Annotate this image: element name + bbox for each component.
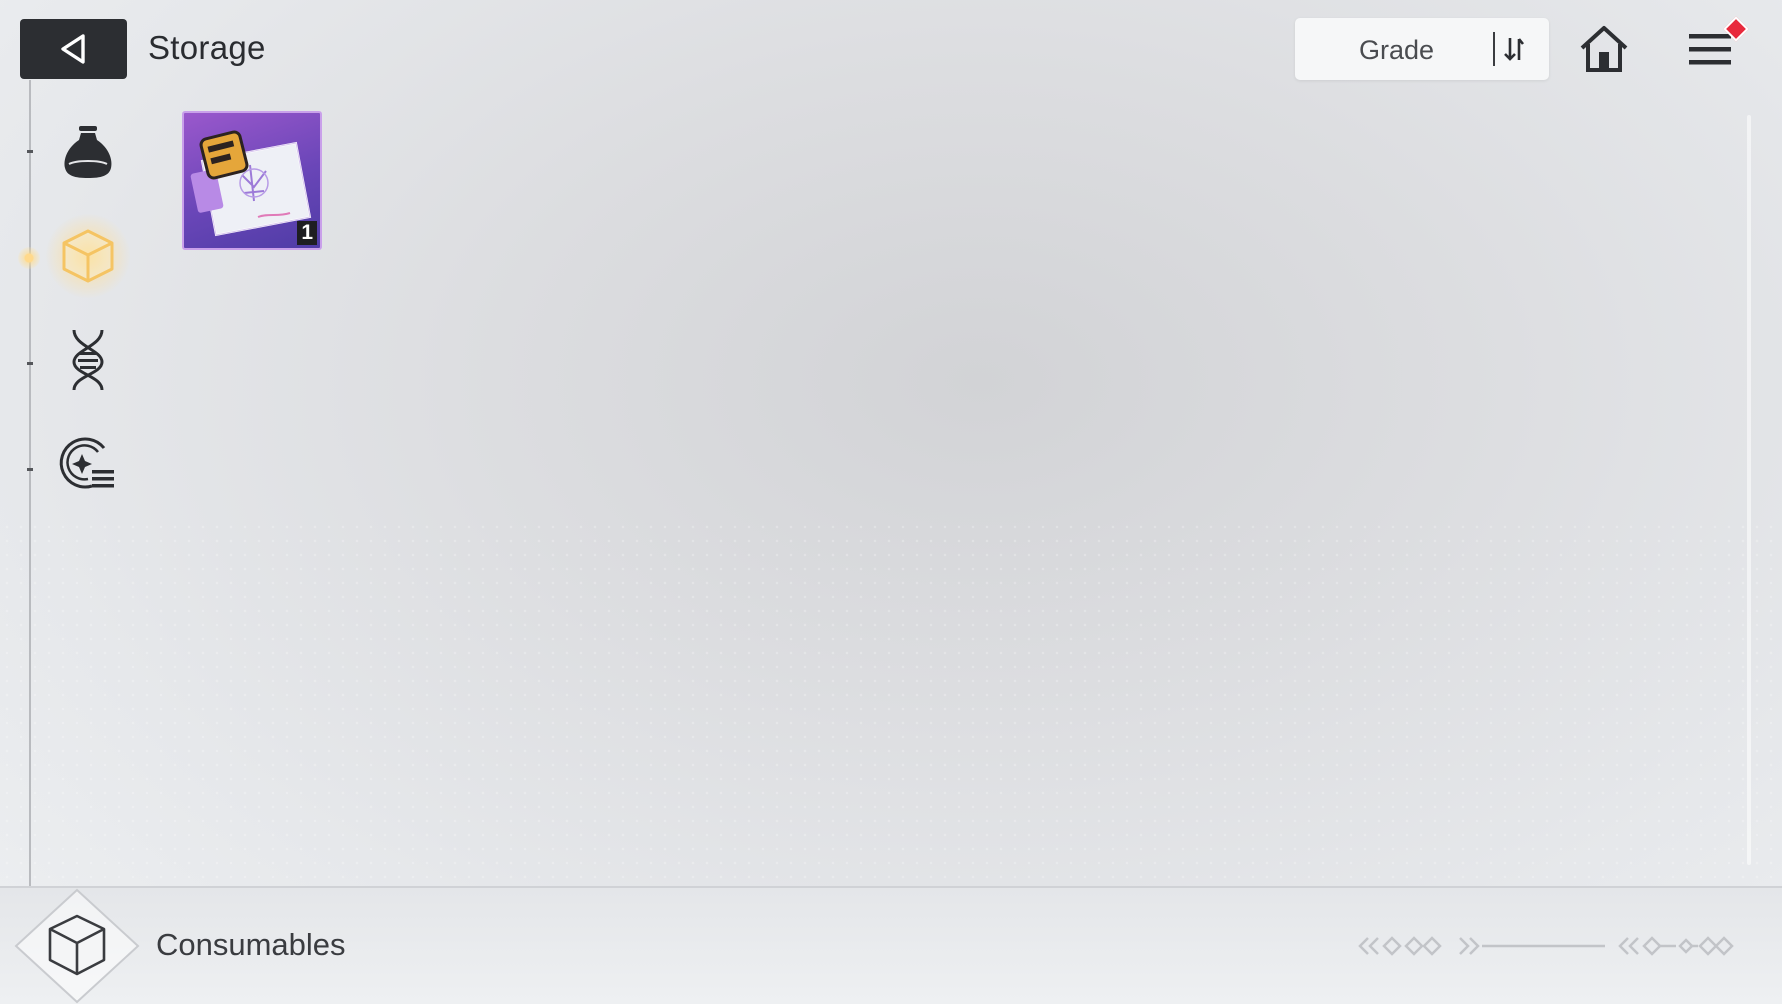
decorative-ornament — [1358, 936, 1734, 956]
inventory-item[interactable]: 1 — [182, 111, 322, 250]
pouch-icon — [64, 126, 112, 178]
dna-icon — [72, 329, 104, 391]
page-title: Storage — [148, 29, 266, 66]
rail-tick — [27, 362, 33, 365]
core-list-icon — [59, 437, 114, 489]
cube-icon — [62, 229, 114, 283]
sidebar-item-consumables[interactable] — [56, 224, 120, 288]
item-count: 1 — [297, 221, 317, 245]
sidebar-item-cores[interactable] — [56, 432, 120, 496]
background-speckle — [0, 520, 1782, 880]
scrollbar[interactable] — [1747, 115, 1751, 865]
hamburger-menu-icon[interactable] — [1687, 30, 1733, 70]
home-icon[interactable] — [1578, 24, 1630, 74]
sidebar-item-materials[interactable] — [56, 120, 120, 184]
sort-dropdown[interactable]: Grade — [1295, 18, 1549, 80]
back-triangle-icon — [60, 34, 85, 64]
rail-tick — [27, 468, 33, 471]
rail-tick — [27, 150, 33, 153]
back-button[interactable] — [20, 19, 127, 79]
sidebar-rail — [29, 80, 31, 886]
sort-order-toggle[interactable] — [1493, 32, 1533, 66]
sort-label: Grade — [1359, 35, 1435, 65]
category-label: Consumables — [156, 927, 346, 962]
category-cube-icon — [14, 888, 140, 1004]
sort-order-icon — [1504, 38, 1525, 61]
active-indicator — [18, 247, 40, 269]
sidebar-item-genes[interactable] — [56, 328, 120, 392]
